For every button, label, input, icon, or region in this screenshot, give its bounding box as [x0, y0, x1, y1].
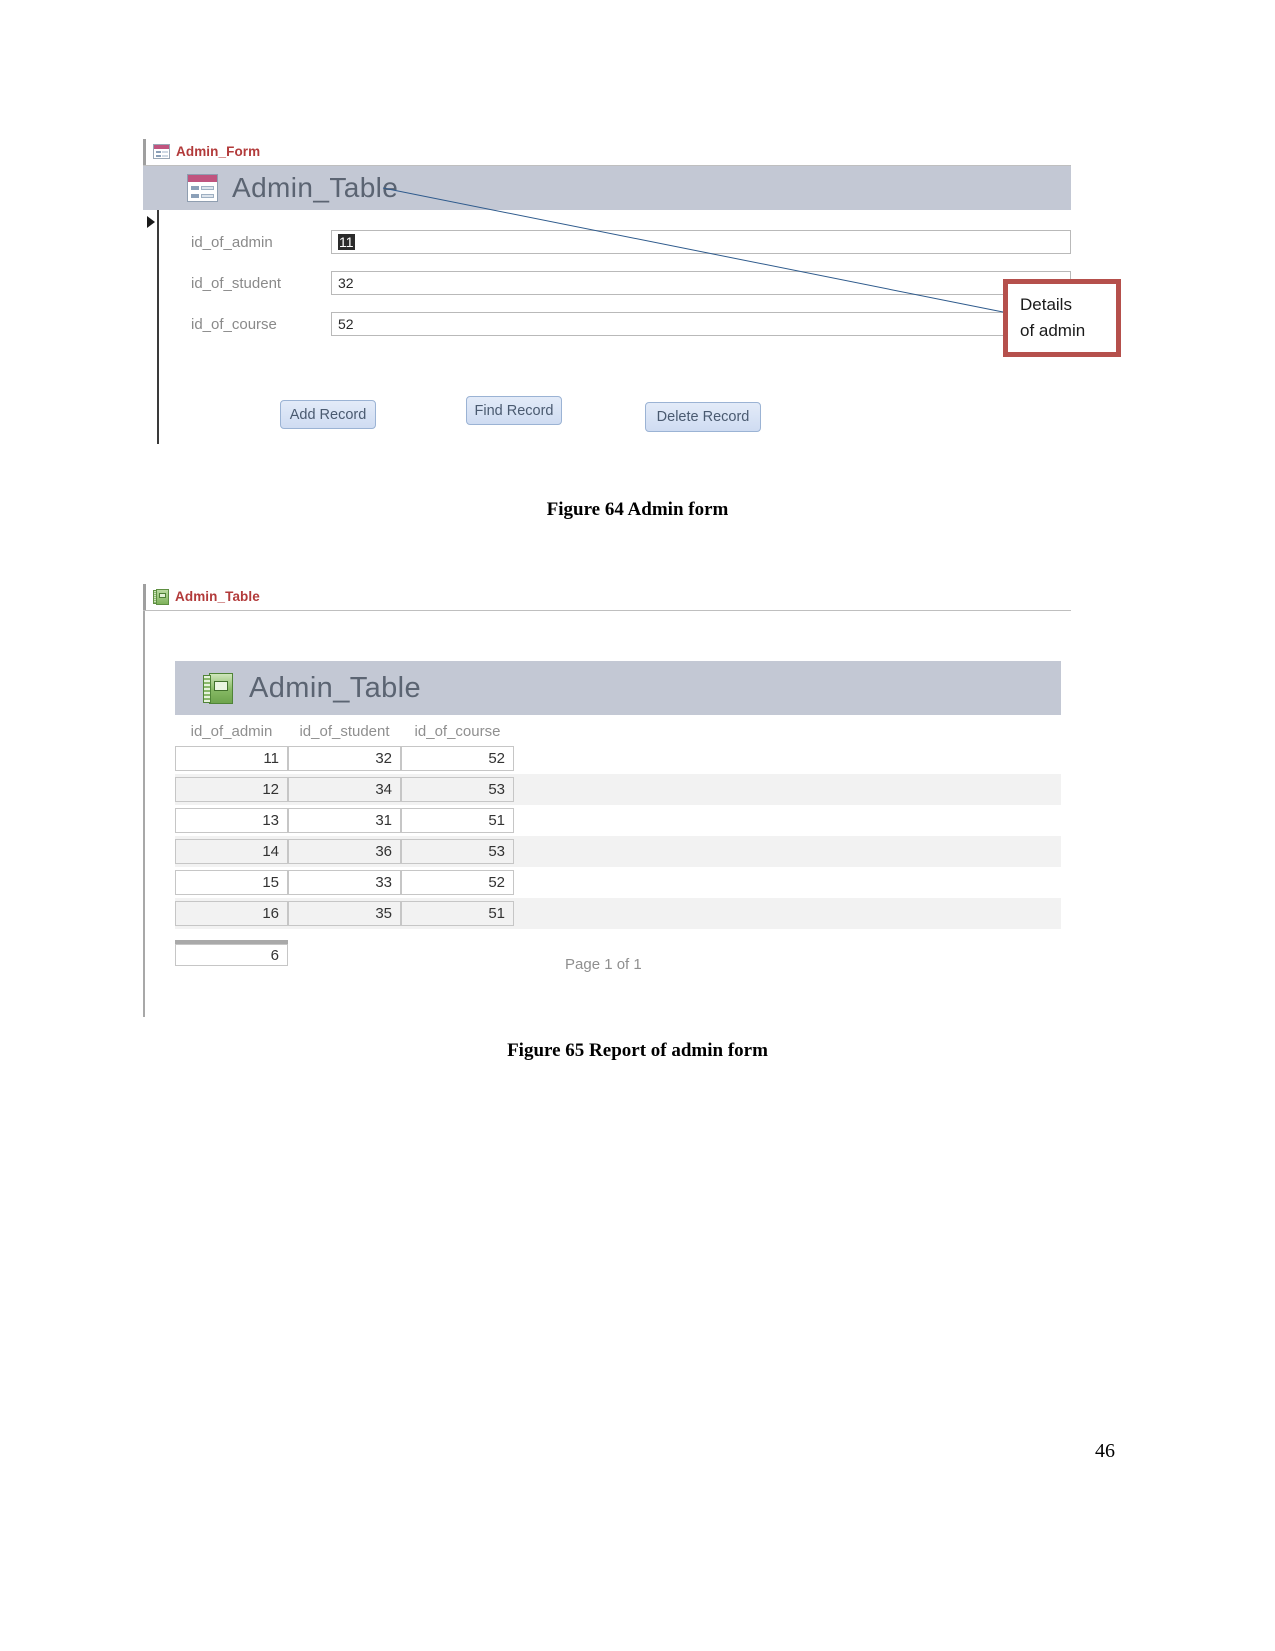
field-input-id-of-course[interactable]: 52 — [331, 312, 1071, 336]
field-value-id-of-admin: 11 — [338, 234, 355, 250]
field-label-id-of-student: id_of_student — [191, 274, 282, 292]
cell-id-of-admin: 14 — [175, 839, 288, 864]
add-record-button[interactable]: Add Record — [280, 400, 376, 429]
tab-strip-left-rule — [143, 139, 146, 165]
column-header-id-of-admin: id_of_admin — [190, 723, 273, 740]
report-title: Admin_Table — [249, 671, 422, 704]
figure-65-caption: Figure 65 Report of admin form — [507, 1040, 768, 1061]
cell-id-of-student: 33 — [288, 870, 401, 895]
report-body: Admin_Table id_of_admin id_of_student id… — [143, 611, 1071, 1017]
form-tab-strip: Admin_Form — [143, 139, 1071, 166]
cell-id-of-admin: 13 — [175, 808, 288, 833]
table-row: 11 32 52 — [175, 743, 1061, 774]
cell-id-of-course: 52 — [401, 746, 514, 771]
cell-id-of-course: 51 — [401, 901, 514, 926]
callout-details-of-admin: Details of admin — [1003, 279, 1121, 357]
admin-table-report-window: Admin_Table Admin_Table id_of_admin id_o… — [143, 584, 1071, 1017]
cell-id-of-student: 36 — [288, 839, 401, 864]
callout-line-2: of admin — [1020, 321, 1086, 340]
cell-id-of-admin: 12 — [175, 777, 288, 802]
record-count-value: 6 — [175, 944, 288, 966]
cell-id-of-admin: 11 — [175, 746, 288, 771]
field-input-id-of-student[interactable]: 32 — [331, 271, 1071, 295]
form-title: Admin_Table — [232, 172, 399, 203]
cell-id-of-student: 34 — [288, 777, 401, 802]
cell-id-of-course: 52 — [401, 870, 514, 895]
cell-id-of-course: 53 — [401, 777, 514, 802]
report-icon-large — [203, 672, 233, 704]
field-row-id-of-student: id_of_student 32 — [191, 271, 1071, 295]
table-row: 12 34 53 — [175, 774, 1061, 805]
field-label-id-of-course: id_of_course — [191, 315, 277, 333]
report-column-header-row: id_of_admin id_of_student id_of_course — [175, 723, 1061, 740]
form-icon — [153, 144, 170, 159]
field-row-id-of-admin: id_of_admin 11 — [191, 230, 1071, 254]
table-row: 16 35 51 — [175, 898, 1061, 929]
cell-id-of-course: 53 — [401, 839, 514, 864]
callout-line-1: Details — [1020, 295, 1072, 314]
record-selector[interactable] — [143, 210, 159, 444]
report-tab-slant-edge — [266, 584, 279, 609]
form-title-banner: Admin_Table — [143, 166, 1071, 210]
document-tab-admin-form[interactable]: Admin_Form — [151, 139, 284, 165]
table-row: 14 36 53 — [175, 836, 1061, 867]
cell-id-of-student: 35 — [288, 901, 401, 926]
form-detail-section: id_of_admin 11 id_of_student 32 id_of_co… — [143, 210, 1071, 444]
figure-64-caption: Figure 64 Admin form — [546, 499, 729, 520]
tab-slant-edge — [266, 139, 279, 164]
record-count-group: 6 — [175, 940, 288, 966]
column-header-id-of-student: id_of_student — [299, 723, 390, 740]
report-title-banner: Admin_Table — [175, 661, 1061, 715]
form-icon-large — [187, 174, 218, 202]
report-tab-strip: Admin_Table — [143, 584, 1071, 611]
cell-id-of-student: 31 — [288, 808, 401, 833]
field-label-id-of-admin: id_of_admin — [191, 233, 273, 251]
document-tab-label: Admin_Form — [176, 144, 261, 159]
cell-id-of-course: 51 — [401, 808, 514, 833]
report-page-indicator: Page 1 of 1 — [565, 956, 642, 973]
cell-id-of-admin: 15 — [175, 870, 288, 895]
table-row: 15 33 52 — [175, 867, 1061, 898]
field-row-id-of-course: id_of_course 52 — [191, 312, 1071, 336]
table-row: 13 31 51 — [175, 805, 1061, 836]
report-content: Admin_Table id_of_admin id_of_student id… — [175, 611, 1061, 973]
column-header-id-of-course: id_of_course — [414, 723, 501, 740]
report-tab-label: Admin_Table — [175, 589, 260, 604]
field-input-id-of-admin[interactable]: 11 — [331, 230, 1071, 254]
find-record-button[interactable]: Find Record — [466, 396, 562, 425]
cell-id-of-student: 32 — [288, 746, 401, 771]
delete-record-button[interactable]: Delete Record — [645, 402, 761, 432]
report-icon — [153, 588, 169, 605]
current-record-arrow-icon — [147, 216, 155, 228]
admin-form-window: Admin_Form Admin_Table id_of_admin 11 id… — [143, 139, 1071, 444]
document-tab-admin-table[interactable]: Admin_Table — [151, 584, 283, 610]
page-number: 46 — [1095, 1440, 1115, 1462]
report-tab-strip-left-rule — [143, 584, 146, 610]
cell-id-of-admin: 16 — [175, 901, 288, 926]
